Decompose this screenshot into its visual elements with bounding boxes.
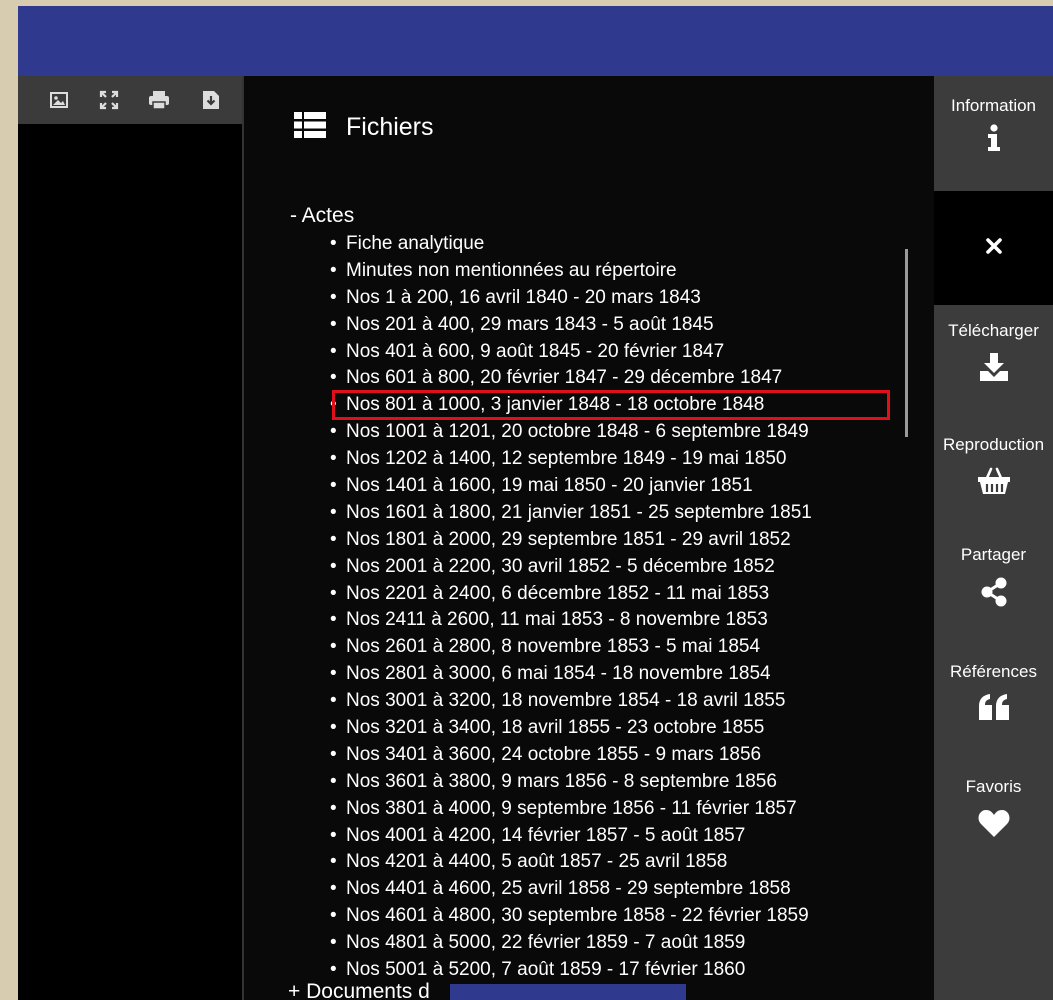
files-panel: Fichiers - Actes Fiche analytiqueMinutes… xyxy=(244,76,934,1000)
panel-header: Fichiers xyxy=(294,112,434,143)
file-item[interactable]: Nos 4401 à 4600, 25 avril 1858 - 29 sept… xyxy=(330,876,812,903)
favorites-button[interactable]: Favoris xyxy=(934,777,1053,842)
list-icon xyxy=(294,112,326,143)
file-item[interactable]: Nos 4001 à 4200, 14 février 1857 - 5 aoû… xyxy=(330,823,812,850)
sidebar-actions: Télécharger Reproduction Partager Référe… xyxy=(934,305,1053,1000)
file-item[interactable]: Nos 2001 à 2200, 30 avril 1852 - 5 décem… xyxy=(330,554,812,581)
file-item[interactable]: Nos 1202 à 1400, 12 septembre 1849 - 19 … xyxy=(330,446,812,473)
heart-icon xyxy=(978,809,1010,842)
file-item[interactable]: Minutes non mentionnées au répertoire xyxy=(330,258,812,285)
share-button[interactable]: Partager xyxy=(934,545,1053,612)
image-icon[interactable] xyxy=(46,88,72,112)
panel-title: Fichiers xyxy=(346,113,434,141)
file-item[interactable]: Nos 2801 à 3000, 6 mai 1854 - 18 novembr… xyxy=(330,661,812,688)
favorites-label: Favoris xyxy=(965,777,1022,796)
file-item[interactable]: Nos 4601 à 4800, 30 septembre 1858 - 22 … xyxy=(330,903,812,930)
references-button[interactable]: Références xyxy=(934,662,1053,725)
references-label: Références xyxy=(950,662,1037,681)
right-sidebar: Information Télécharger Reproduction Par… xyxy=(934,76,1053,1000)
file-list: Fiche analytiqueMinutes non mentionnées … xyxy=(330,231,890,984)
file-item[interactable]: Nos 2601 à 2800, 8 novembre 1853 - 5 mai… xyxy=(330,634,812,661)
image-toolbar xyxy=(18,76,242,124)
file-item[interactable]: Nos 3601 à 3800, 9 mars 1856 - 8 septemb… xyxy=(330,769,812,796)
download-label: Télécharger xyxy=(948,321,1039,340)
print-icon[interactable] xyxy=(146,88,172,112)
share-label: Partager xyxy=(960,545,1027,564)
file-item[interactable]: Nos 4801 à 5000, 22 février 1859 - 7 aoû… xyxy=(330,930,812,957)
quote-icon xyxy=(978,694,1010,725)
file-item[interactable]: Nos 4201 à 4400, 5 août 1857 - 25 avril … xyxy=(330,849,812,876)
reproduction-label: Reproduction xyxy=(942,435,1045,454)
basket-icon xyxy=(977,467,1011,500)
reproduction-button[interactable]: Reproduction xyxy=(934,435,1053,500)
file-item[interactable]: Nos 2411 à 2600, 11 mai 1853 - 8 novembr… xyxy=(330,607,812,634)
file-item[interactable]: Nos 1 à 200, 16 avril 1840 - 20 mars 184… xyxy=(330,285,812,312)
file-item[interactable]: Nos 2201 à 2400, 6 décembre 1852 - 11 ma… xyxy=(330,581,812,608)
file-item[interactable]: Nos 3001 à 3200, 18 novembre 1854 - 18 a… xyxy=(330,688,812,715)
fullscreen-icon[interactable] xyxy=(96,88,122,112)
image-pane xyxy=(18,76,242,1000)
share-icon xyxy=(980,577,1008,612)
scrollbar[interactable] xyxy=(905,249,908,437)
section-toggle-actes[interactable]: - Actes xyxy=(290,204,354,228)
information-button[interactable]: Information xyxy=(934,76,1053,191)
file-item[interactable]: Nos 1001 à 1201, 20 octobre 1848 - 6 sep… xyxy=(330,419,812,446)
file-item[interactable]: Nos 3801 à 4000, 9 septembre 1856 - 11 f… xyxy=(330,796,812,823)
file-item[interactable]: Nos 1401 à 1600, 19 mai 1850 - 20 janvie… xyxy=(330,473,812,500)
file-item[interactable]: Nos 201 à 400, 29 mars 1843 - 5 août 184… xyxy=(330,312,812,339)
information-label: Information xyxy=(950,96,1037,115)
overlay-bar xyxy=(450,984,686,1000)
file-item[interactable]: Nos 601 à 800, 20 février 1847 - 29 déce… xyxy=(330,365,812,392)
file-item[interactable]: Nos 3201 à 3400, 18 avril 1855 - 23 octo… xyxy=(330,715,812,742)
close-icon xyxy=(985,237,1003,260)
file-item[interactable]: Nos 401 à 600, 9 août 1845 - 20 février … xyxy=(330,339,812,366)
file-item-selected[interactable]: Nos 801 à 1000, 3 janvier 1848 - 18 octo… xyxy=(330,390,890,421)
file-item[interactable]: Nos 1801 à 2000, 29 septembre 1851 - 29 … xyxy=(330,527,812,554)
file-item[interactable]: Nos 1601 à 1800, 21 janvier 1851 - 25 se… xyxy=(330,500,812,527)
file-item[interactable]: Nos 3401 à 3600, 24 octobre 1855 - 9 mar… xyxy=(330,742,812,769)
info-icon xyxy=(987,124,1001,157)
download-button[interactable]: Télécharger xyxy=(934,321,1053,386)
download-tray-icon xyxy=(979,353,1009,386)
top-bar xyxy=(18,6,1053,76)
download-icon[interactable] xyxy=(198,88,224,112)
close-button[interactable] xyxy=(934,191,1053,305)
section-toggle-documents[interactable]: + Documents d xyxy=(288,980,430,1000)
file-item[interactable]: Fiche analytique xyxy=(330,231,812,258)
viewer-frame: Fichiers - Actes Fiche analytiqueMinutes… xyxy=(18,6,1053,1000)
